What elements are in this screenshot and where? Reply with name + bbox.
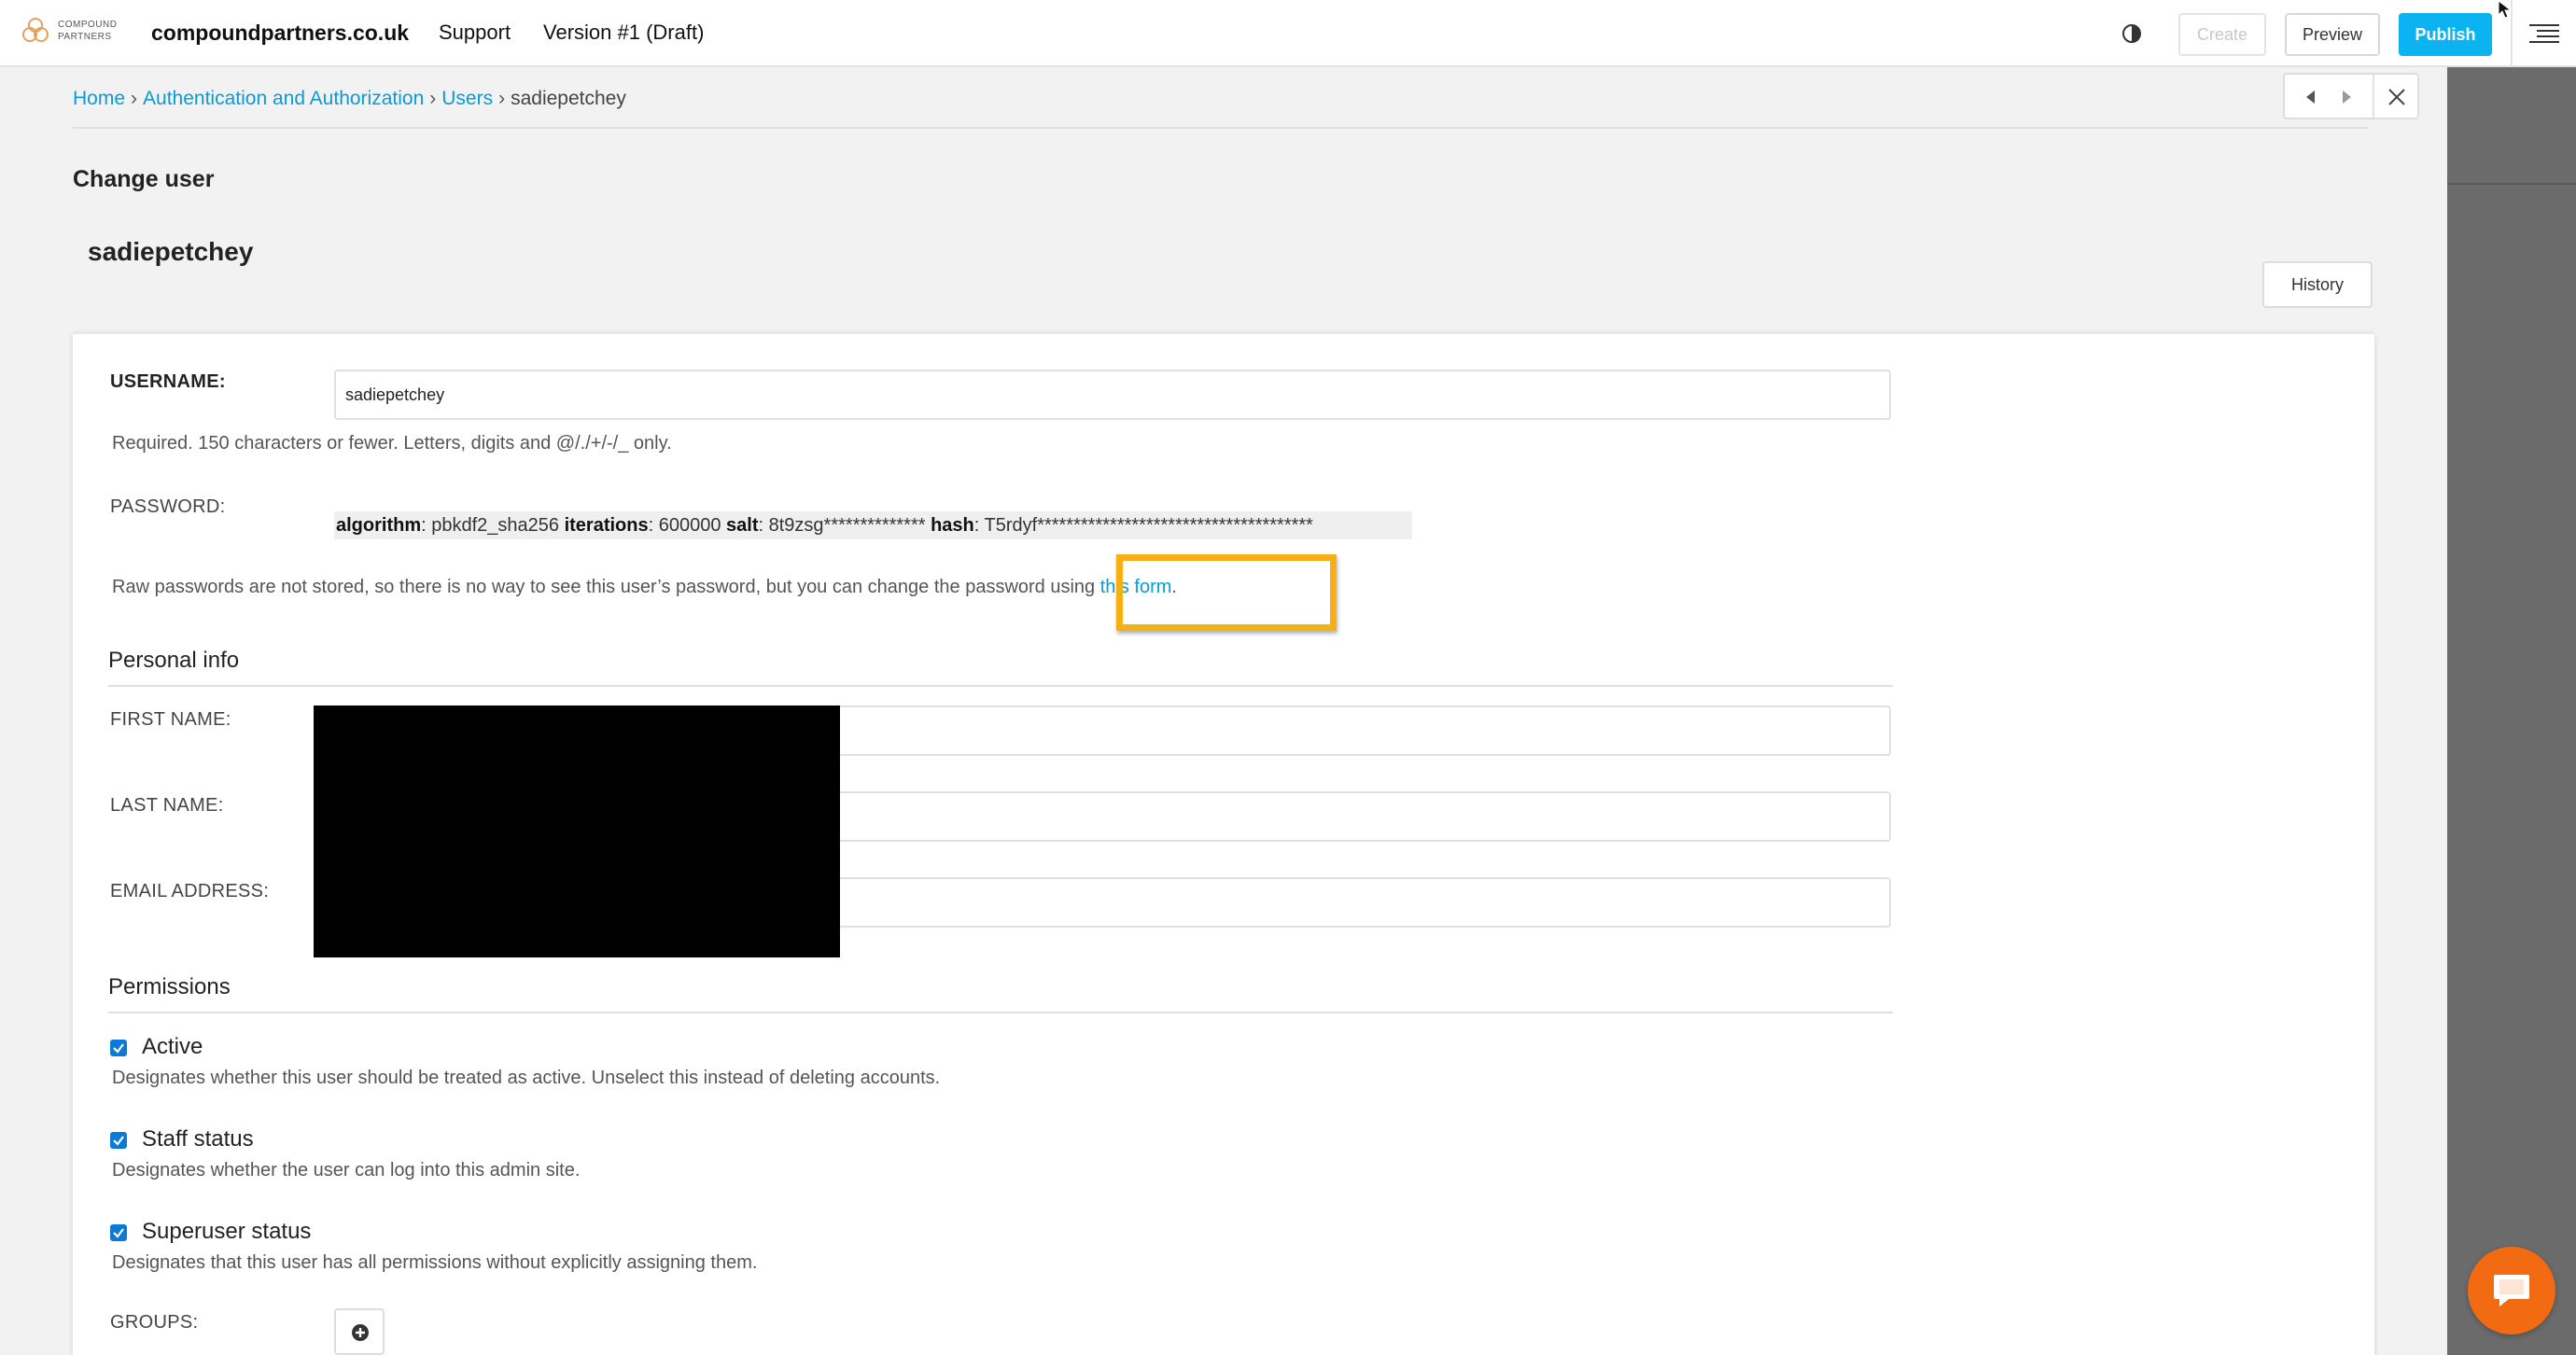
breadcrumb-users[interactable]: Users	[441, 88, 493, 109]
first-name-label: FIRST NAME:	[110, 709, 231, 730]
staff-help: Designates whether the user can log into…	[112, 1160, 581, 1180]
highlight-annotation	[1116, 554, 1337, 631]
user-form: USERNAME: sadiepetchey Required. 150 cha…	[73, 334, 2374, 1355]
password-summary: algorithm: pbkdf2_sha256 iterations: 600…	[334, 511, 1412, 539]
check-icon	[113, 1136, 124, 1146]
arrow-left-icon[interactable]	[2302, 88, 2320, 106]
groups-label: GROUPS:	[110, 1312, 199, 1333]
sideframe-nav	[2283, 73, 2419, 119]
breadcrumb-separator: ›	[131, 88, 138, 109]
create-button[interactable]: Create	[2178, 13, 2266, 56]
personal-info-heading: Personal info	[108, 648, 240, 673]
preview-button[interactable]: Preview	[2285, 13, 2380, 56]
version-menu[interactable]: Version #1 (Draft)	[543, 21, 704, 45]
contrast-icon[interactable]	[2121, 22, 2143, 45]
site-name-link[interactable]: compoundpartners.co.uk	[151, 21, 409, 46]
logo-line-2: PARTNERS	[58, 32, 112, 42]
permissions-heading: Permissions	[108, 974, 231, 999]
password-help-text: Raw passwords are not stored, so there i…	[112, 577, 1100, 597]
pw-algorithm-value: : pbkdf2_sha256	[421, 514, 565, 536]
staff-checkbox[interactable]	[110, 1132, 127, 1149]
pw-hash-key: hash	[931, 514, 974, 536]
section-divider	[108, 685, 1893, 687]
logo[interactable]: COMPOUND PARTNERS	[21, 17, 121, 50]
object-title: sadiepetchey	[88, 237, 254, 266]
active-checkbox[interactable]	[110, 1040, 127, 1056]
section-divider	[108, 1012, 1893, 1013]
password-help: Raw passwords are not stored, so there i…	[112, 577, 1177, 598]
username-label: USERNAME:	[110, 371, 226, 392]
pw-iterations-key: iterations	[564, 514, 649, 536]
breadcrumb-auth[interactable]: Authentication and Authorization	[143, 88, 424, 109]
side-panel	[2447, 67, 2576, 1355]
redaction-block	[314, 705, 840, 957]
superuser-help: Designates that this user has all permis…	[112, 1252, 758, 1273]
active-help: Designates whether this user should be t…	[112, 1068, 941, 1088]
support-menu[interactable]: Support	[439, 21, 511, 45]
breadcrumb-home[interactable]: Home	[73, 88, 125, 109]
nav-divider	[2373, 75, 2374, 118]
publish-button[interactable]: Publish	[2399, 13, 2492, 56]
add-group-button[interactable]	[334, 1308, 385, 1355]
pw-iterations-value: : 600000	[648, 514, 727, 536]
breadcrumb: Home › Authentication and Authorization › Us…	[73, 88, 626, 110]
superuser-checkbox[interactable]	[110, 1224, 127, 1241]
check-icon	[113, 1228, 124, 1238]
page-heading: Change user	[73, 166, 215, 192]
breadcrumb-divider	[73, 127, 2369, 129]
breadcrumb-current: sadiepetchey	[511, 88, 626, 109]
last-name-label: LAST NAME:	[110, 795, 224, 816]
logo-line-1: COMPOUND	[58, 20, 118, 30]
top-toolbar: COMPOUND PARTNERS compoundpartners.co.uk…	[0, 0, 2576, 67]
username-help: Required. 150 characters or fewer. Lette…	[112, 433, 672, 454]
pw-hash-value: : T5rdyf********************************…	[973, 514, 1313, 536]
superuser-label[interactable]: Superuser status	[142, 1219, 311, 1245]
username-input[interactable]: sadiepetchey	[334, 370, 1891, 420]
staff-label[interactable]: Staff status	[142, 1126, 254, 1152]
active-label[interactable]: Active	[142, 1034, 203, 1060]
password-label: PASSWORD:	[110, 496, 226, 517]
menu-icon[interactable]	[2529, 22, 2559, 45]
email-label: EMAIL ADDRESS:	[110, 881, 270, 901]
chat-widget-button[interactable]	[2468, 1247, 2555, 1334]
chat-icon	[2494, 1275, 2529, 1306]
pw-salt-value: : 8t9zsg**************	[758, 514, 931, 536]
close-icon[interactable]	[2386, 86, 2408, 108]
breadcrumb-separator: ›	[498, 88, 506, 109]
logo-text: COMPOUND PARTNERS	[58, 19, 117, 43]
pw-salt-key: salt	[726, 514, 759, 536]
breadcrumb-separator: ›	[429, 88, 437, 109]
plus-circle-icon	[352, 1324, 369, 1341]
side-panel-divider	[2447, 183, 2576, 185]
logo-icon	[22, 18, 49, 42]
arrow-right-icon[interactable]	[2337, 88, 2356, 106]
check-icon	[113, 1043, 124, 1054]
pw-algorithm-key: algorithm	[336, 514, 422, 536]
history-button[interactable]: History	[2262, 261, 2373, 308]
cursor-icon	[2498, 0, 2513, 19]
